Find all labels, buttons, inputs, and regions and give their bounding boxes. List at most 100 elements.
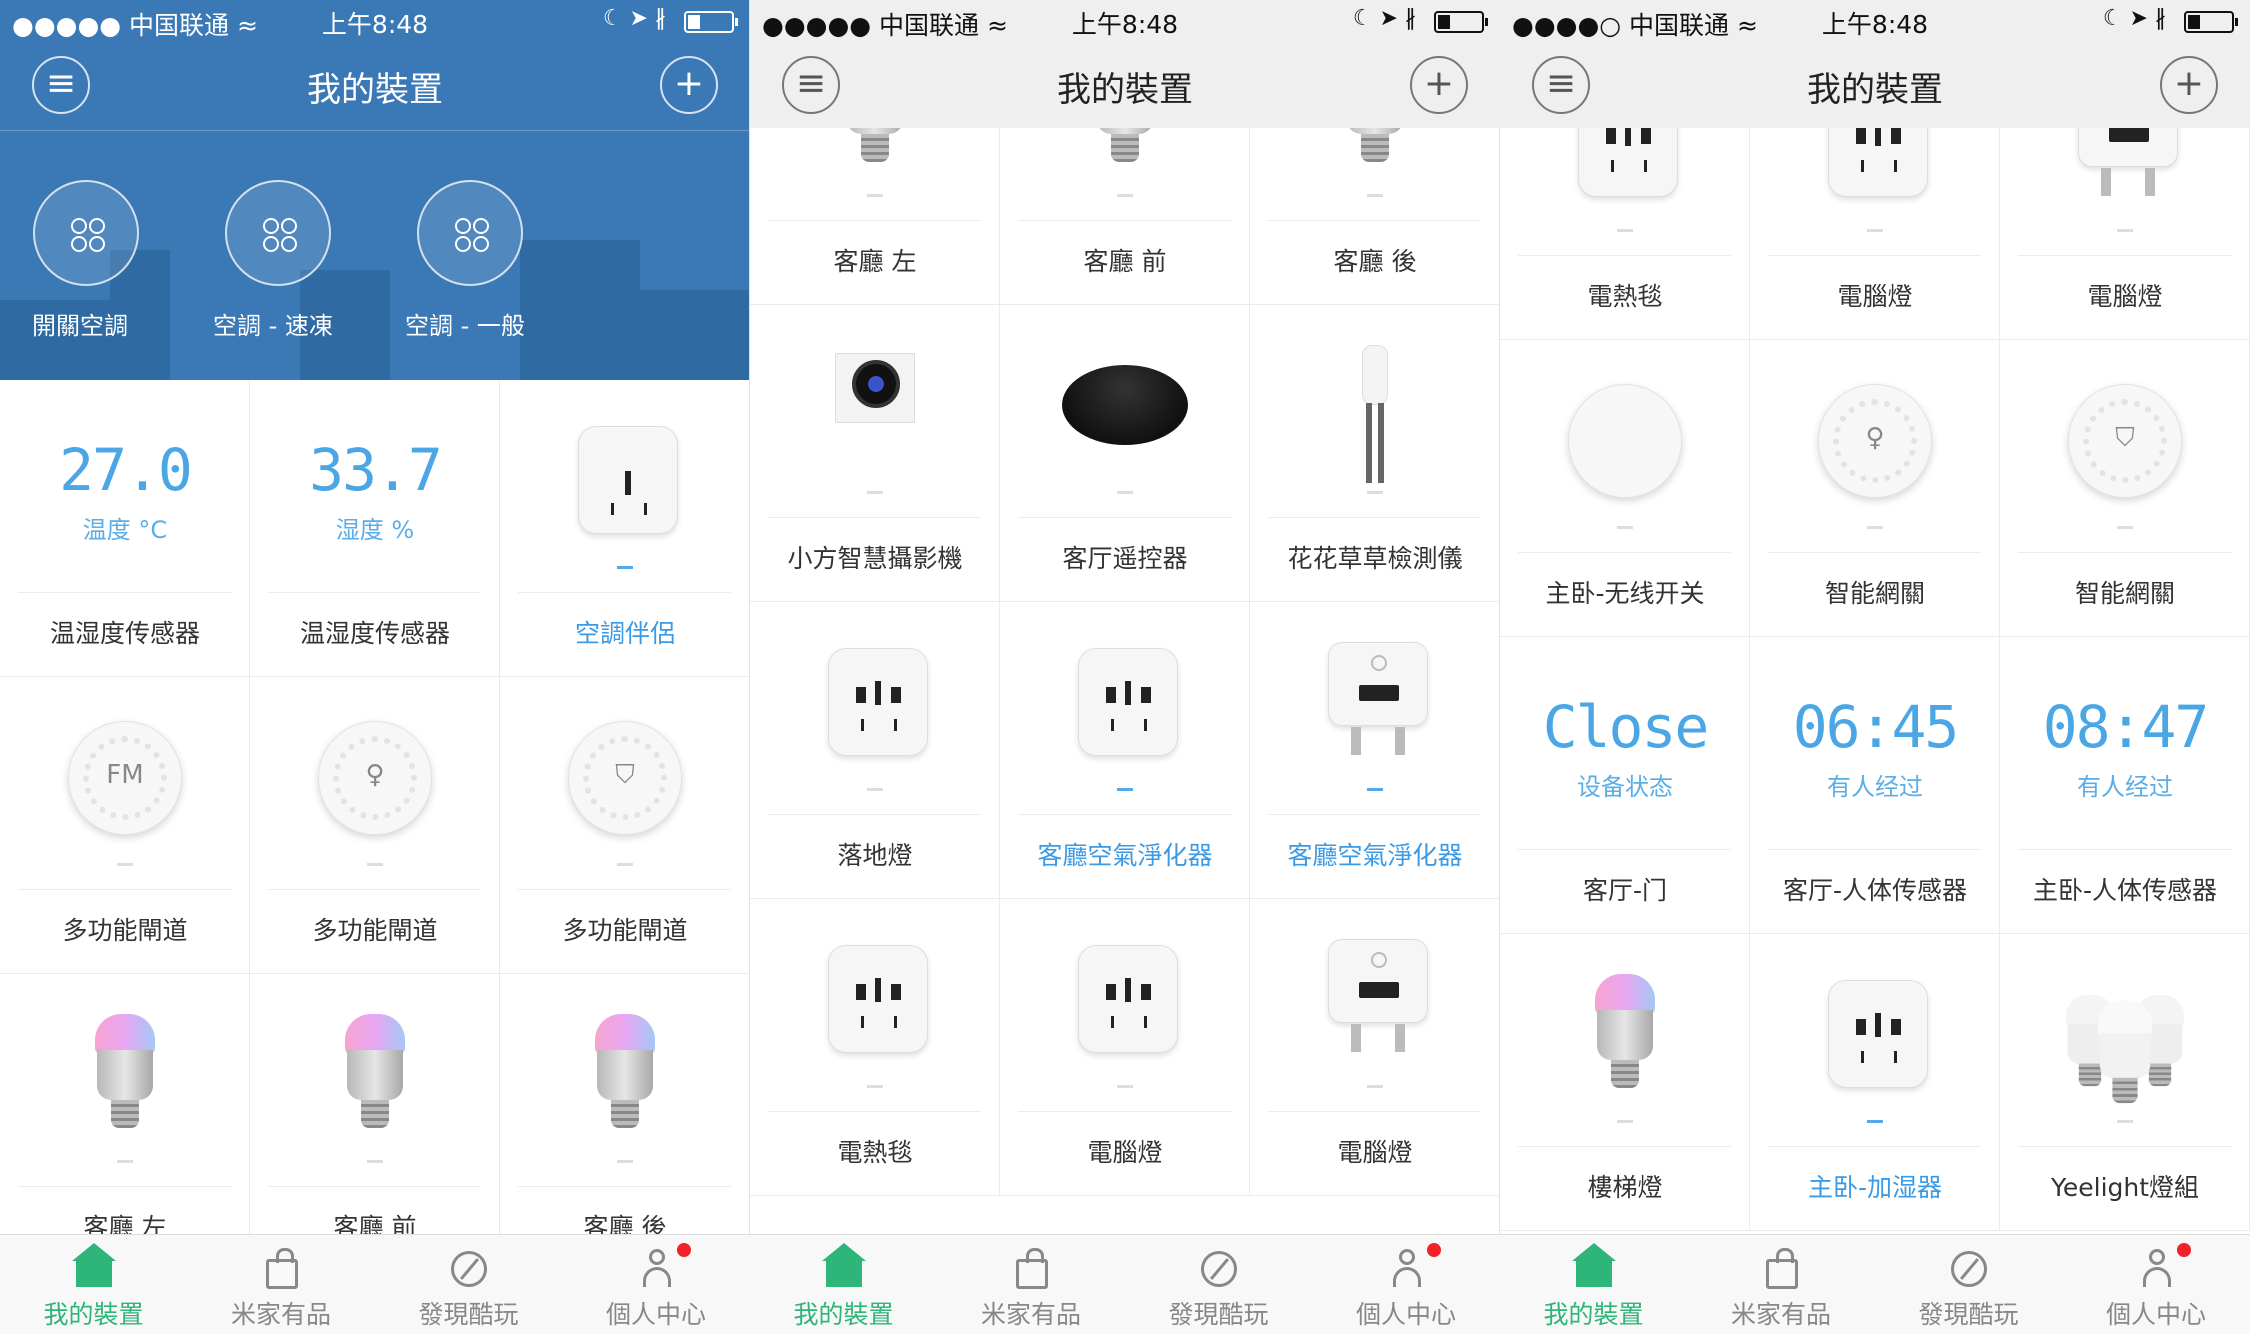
tab-profile[interactable]: 個人中心 — [1313, 1235, 1500, 1334]
reading-value: 33.7 — [309, 436, 443, 504]
device-tile[interactable]: 客廳 後 — [1250, 128, 1500, 305]
device-tile[interactable]: 客廳 左 — [0, 974, 250, 1234]
scene-label[interactable]: 開關空調 — [32, 306, 128, 341]
smart-plug-image — [1578, 128, 1678, 197]
nav-bar: ≡ 我的裝置 + — [0, 40, 750, 128]
device-tile[interactable]: ♀ 多功能閘道 — [250, 677, 500, 974]
notification-dot — [676, 1243, 691, 1257]
device-tile[interactable]: ⛉ 多功能閘道 — [500, 677, 750, 974]
tab-my-devices[interactable]: 我的裝置 — [1500, 1235, 1687, 1334]
divider — [1518, 849, 1731, 850]
device-name: 花花草草檢測儀 — [1287, 544, 1463, 573]
wireless-switch-image — [1568, 384, 1682, 498]
device-name: 主卧-无线开关 — [1545, 579, 1705, 608]
scene-button-2[interactable] — [225, 180, 331, 286]
divider — [1768, 255, 1981, 256]
scene-button-3[interactable] — [417, 180, 523, 286]
device-tile[interactable]: 06:45 有人经过 客厅-人体传感器 — [1750, 637, 2000, 934]
divider — [768, 814, 981, 815]
device-tile[interactable]: Close 设备状态 客厅-门 — [1500, 637, 1750, 934]
tab-my-devices[interactable]: 我的裝置 — [0, 1235, 187, 1334]
device-tile[interactable]: 電腦燈 — [1000, 899, 1250, 1196]
divider — [768, 1111, 981, 1112]
scene-label[interactable]: 空調 - 速凍 — [213, 306, 333, 341]
status-indicator — [1367, 1085, 1383, 1088]
device-name: 客廳 左 — [833, 247, 917, 276]
status-indicator — [867, 491, 883, 494]
device-tile[interactable]: Yeelight燈組 — [2000, 934, 2250, 1231]
device-tile[interactable]: FM 多功能閘道 — [0, 677, 250, 974]
device-name: 智能網關 — [1824, 579, 1925, 608]
status-indicator — [1117, 194, 1133, 197]
status-indicator — [1867, 526, 1883, 529]
scene-label[interactable]: 空調 - 一般 — [405, 306, 525, 341]
add-device-button[interactable]: + — [2160, 56, 2218, 114]
device-tile[interactable]: 落地燈 — [750, 602, 1000, 899]
device-tile[interactable]: 樓梯燈 — [1500, 934, 1750, 1231]
device-name: 温湿度传感器 — [49, 619, 200, 648]
bulb-image — [1595, 974, 1655, 1104]
divider — [1018, 1111, 1231, 1112]
device-tile[interactable]: 客廳空氣淨化器 — [1250, 602, 1500, 899]
scroll-view[interactable]: 客廳 左 客廳 前 客廳 後小方智慧攝影機 客厅遥控器 花花草草檢測儀落地燈 客廳空氣淨化… — [750, 128, 1500, 1234]
tab-mijia-store[interactable]: 米家有品 — [1688, 1235, 1875, 1334]
device-tile[interactable]: 電腦燈 — [2000, 128, 2250, 340]
device-tile[interactable]: 27.0 温度 °C 温湿度传感器 — [0, 380, 250, 677]
tab-my-devices[interactable]: 我的裝置 — [750, 1235, 937, 1334]
device-tile[interactable]: 小方智慧攝影機 — [750, 305, 1000, 602]
divider — [518, 592, 731, 593]
device-name: 客厅-门 — [1582, 876, 1668, 905]
device-tile[interactable]: 客廳 左 — [750, 128, 1000, 305]
device-tile[interactable]: 花花草草檢測儀 — [1250, 305, 1500, 602]
device-tile[interactable]: 客廳 前 — [250, 974, 500, 1234]
device-tile[interactable]: 空調伴侶 — [500, 380, 750, 677]
tab-discover[interactable]: 發現酷玩 — [375, 1235, 562, 1334]
tab-profile[interactable]: 個人中心 — [563, 1235, 750, 1334]
status-icons: ☾ ➤ ∦ — [2102, 6, 2166, 31]
tab-profile[interactable]: 個人中心 — [2063, 1235, 2250, 1334]
battery-icon — [1434, 11, 1488, 33]
device-tile[interactable]: 客廳空氣淨化器 — [1000, 602, 1250, 899]
tab-bar: 我的裝置 米家有品 發現酷玩 個人中心 — [1500, 1234, 2250, 1334]
device-tile[interactable]: 電熱毯 — [1500, 128, 1750, 340]
device-tile[interactable]: 電腦燈 — [1250, 899, 1500, 1196]
tab-label: 我的裝置 — [43, 1300, 144, 1329]
device-name: 客廳 後 — [583, 1213, 667, 1234]
device-tile[interactable]: 電腦燈 — [1750, 128, 2000, 340]
clover-icon — [71, 218, 105, 252]
plus-icon: + — [1423, 63, 1455, 104]
device-tile[interactable]: 電熱毯 — [750, 899, 1000, 1196]
divider — [1268, 814, 1481, 815]
smart-plug-image — [828, 945, 928, 1053]
compass-icon — [451, 1251, 487, 1287]
device-tile[interactable]: 主卧-无线开关 — [1500, 340, 1750, 637]
tab-discover[interactable]: 發現酷玩 — [1125, 1235, 1312, 1334]
divider — [1268, 517, 1481, 518]
scene-button-1[interactable] — [33, 180, 139, 286]
device-name: 小方智慧攝影機 — [787, 544, 963, 573]
device-tile[interactable]: ⛉ 智能網關 — [2000, 340, 2250, 637]
bulb-image — [845, 128, 905, 178]
status-indicator — [1367, 194, 1383, 197]
tab-discover[interactable]: 發現酷玩 — [1875, 1235, 2062, 1334]
device-name: 客厅-人体传感器 — [1782, 876, 1968, 905]
status-indicator — [867, 194, 883, 197]
device-tile[interactable]: 33.7 湿度 % 温湿度传感器 — [250, 380, 500, 677]
device-tile[interactable]: 客廳 前 — [1000, 128, 1250, 305]
reading-unit: 有人经过 — [1827, 773, 1923, 801]
device-tile[interactable]: ♀ 智能網關 — [1750, 340, 2000, 637]
divider — [2018, 552, 2231, 553]
device-tile[interactable]: 客厅遥控器 — [1000, 305, 1250, 602]
device-name: 落地燈 — [837, 841, 913, 870]
add-device-button[interactable]: + — [1410, 56, 1468, 114]
scroll-view[interactable]: 電熱毯 電腦燈 電腦燈 主卧-无线开关 ♀ 智能網關 ⛉ 智能網關 Close 设备状态 客厅-门 0… — [1500, 128, 2250, 1234]
tab-mijia-store[interactable]: 米家有品 — [938, 1235, 1125, 1334]
device-tile[interactable]: 客廳 後 — [500, 974, 750, 1234]
add-device-button[interactable]: + — [660, 56, 718, 114]
device-tile[interactable]: 08:47 有人经过 主卧-人体传感器 — [2000, 637, 2250, 934]
tab-mijia-store[interactable]: 米家有品 — [188, 1235, 375, 1334]
divider — [1768, 849, 1981, 850]
divider — [0, 130, 750, 131]
device-tile[interactable]: 主卧-加湿器 — [1750, 934, 2000, 1231]
divider — [1518, 552, 1731, 553]
